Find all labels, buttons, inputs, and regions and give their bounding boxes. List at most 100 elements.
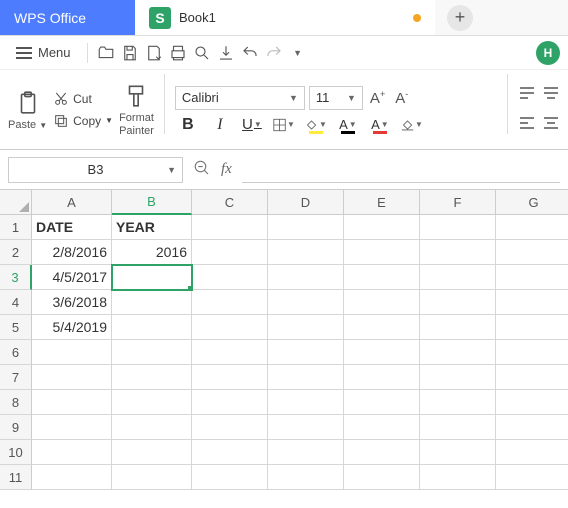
cell-B3[interactable] — [112, 265, 192, 290]
row-header-8[interactable]: 8 — [0, 390, 32, 415]
cell-F11[interactable] — [420, 465, 496, 490]
cell-G5[interactable] — [496, 315, 568, 340]
cell-C11[interactable] — [192, 465, 268, 490]
open-button[interactable] — [96, 43, 116, 63]
cell-B1[interactable]: YEAR — [112, 215, 192, 240]
cell-F9[interactable] — [420, 415, 496, 440]
highlight-button[interactable]: A▼ — [337, 117, 359, 132]
cell-B9[interactable] — [112, 415, 192, 440]
row-header-5[interactable]: 5 — [0, 315, 32, 340]
cell-A11[interactable] — [32, 465, 112, 490]
cell-A8[interactable] — [32, 390, 112, 415]
cell-C9[interactable] — [192, 415, 268, 440]
export-button[interactable] — [216, 43, 236, 63]
cell-B2[interactable]: 2016 — [112, 240, 192, 265]
undo-button[interactable] — [240, 43, 260, 63]
cell-C10[interactable] — [192, 440, 268, 465]
cell-G7[interactable] — [496, 365, 568, 390]
cell-F3[interactable] — [420, 265, 496, 290]
cell-G2[interactable] — [496, 240, 568, 265]
cell-A5[interactable]: 5/4/2019 — [32, 315, 112, 340]
row-header-6[interactable]: 6 — [0, 340, 32, 365]
bold-button[interactable]: B — [177, 116, 199, 134]
cell-D2[interactable] — [268, 240, 344, 265]
zoom-icon[interactable] — [193, 159, 211, 180]
column-header-C[interactable]: C — [192, 190, 268, 215]
cell-B5[interactable] — [112, 315, 192, 340]
cell-F2[interactable] — [420, 240, 496, 265]
name-box[interactable]: B3▼ — [8, 157, 183, 183]
clear-format-button[interactable]: ▼ — [401, 117, 423, 133]
cell-D7[interactable] — [268, 365, 344, 390]
cell-D6[interactable] — [268, 340, 344, 365]
cell-G9[interactable] — [496, 415, 568, 440]
cell-D4[interactable] — [268, 290, 344, 315]
cell-E2[interactable] — [344, 240, 420, 265]
new-tab-button[interactable]: + — [435, 0, 485, 35]
cell-G6[interactable] — [496, 340, 568, 365]
cell-A6[interactable] — [32, 340, 112, 365]
quick-access-dropdown[interactable]: ▼ — [288, 43, 308, 63]
cell-A10[interactable] — [32, 440, 112, 465]
cell-C8[interactable] — [192, 390, 268, 415]
fill-color-button[interactable]: ▼ — [305, 118, 327, 132]
column-header-E[interactable]: E — [344, 190, 420, 215]
cell-G3[interactable] — [496, 265, 568, 290]
cell-E10[interactable] — [344, 440, 420, 465]
cell-C4[interactable] — [192, 290, 268, 315]
row-header-10[interactable]: 10 — [0, 440, 32, 465]
font-color-button[interactable]: A▼ — [369, 117, 391, 132]
cell-F6[interactable] — [420, 340, 496, 365]
formula-input[interactable] — [242, 157, 560, 183]
cell-B11[interactable] — [112, 465, 192, 490]
cell-F10[interactable] — [420, 440, 496, 465]
cell-E6[interactable] — [344, 340, 420, 365]
document-tab[interactable]: S Book1 — [135, 0, 435, 35]
copy-button[interactable]: Copy ▼ — [53, 113, 113, 129]
column-header-A[interactable]: A — [32, 190, 112, 215]
cell-F1[interactable] — [420, 215, 496, 240]
cell-G8[interactable] — [496, 390, 568, 415]
cell-C3[interactable] — [192, 265, 268, 290]
cut-button[interactable]: Cut — [53, 91, 113, 107]
increase-font-button[interactable]: A+ — [367, 89, 388, 107]
save-as-button[interactable] — [144, 43, 164, 63]
cell-E11[interactable] — [344, 465, 420, 490]
cell-A2[interactable]: 2/8/2016 — [32, 240, 112, 265]
cell-E4[interactable] — [344, 290, 420, 315]
row-header-3[interactable]: 3 — [0, 265, 32, 290]
cell-B7[interactable] — [112, 365, 192, 390]
cell-C6[interactable] — [192, 340, 268, 365]
cell-C2[interactable] — [192, 240, 268, 265]
cell-B10[interactable] — [112, 440, 192, 465]
row-header-2[interactable]: 2 — [0, 240, 32, 265]
cell-A9[interactable] — [32, 415, 112, 440]
cell-D1[interactable] — [268, 215, 344, 240]
cell-C7[interactable] — [192, 365, 268, 390]
cell-F5[interactable] — [420, 315, 496, 340]
align-left-button[interactable] — [518, 114, 536, 135]
align-middle-button[interactable] — [542, 85, 560, 106]
cell-B8[interactable] — [112, 390, 192, 415]
cell-C1[interactable] — [192, 215, 268, 240]
print-preview-button[interactable] — [192, 43, 212, 63]
cell-B4[interactable] — [112, 290, 192, 315]
underline-button[interactable]: U▼ — [241, 116, 263, 133]
row-header-4[interactable]: 4 — [0, 290, 32, 315]
cell-A4[interactable]: 3/6/2018 — [32, 290, 112, 315]
row-header-7[interactable]: 7 — [0, 365, 32, 390]
cell-G11[interactable] — [496, 465, 568, 490]
redo-button[interactable] — [264, 43, 284, 63]
cell-E9[interactable] — [344, 415, 420, 440]
cell-E7[interactable] — [344, 365, 420, 390]
cell-F8[interactable] — [420, 390, 496, 415]
cell-F4[interactable] — [420, 290, 496, 315]
save-button[interactable] — [120, 43, 140, 63]
cell-E1[interactable] — [344, 215, 420, 240]
cell-F7[interactable] — [420, 365, 496, 390]
border-button[interactable]: ▼ — [273, 117, 295, 133]
column-header-D[interactable]: D — [268, 190, 344, 215]
cell-D3[interactable] — [268, 265, 344, 290]
cell-G4[interactable] — [496, 290, 568, 315]
cell-E8[interactable] — [344, 390, 420, 415]
